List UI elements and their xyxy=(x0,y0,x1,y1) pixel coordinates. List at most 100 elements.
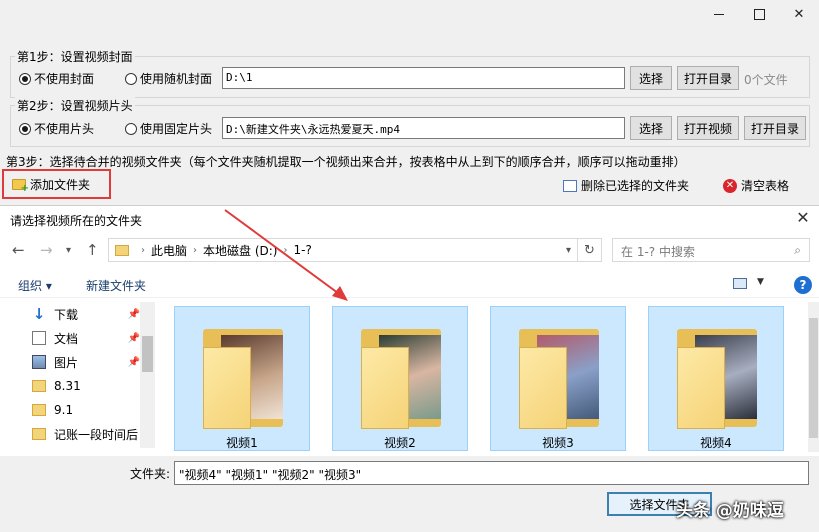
folder-label: 视频1 xyxy=(226,436,258,450)
folder-icon xyxy=(32,404,46,416)
dialog-title: 请选择视频所在的文件夹 xyxy=(10,214,143,228)
intro-open-dir-button[interactable]: 打开目录 xyxy=(744,116,806,140)
add-folder-button[interactable]: 添加文件夹 xyxy=(2,169,111,199)
filename-label: 文件夹: xyxy=(130,467,171,481)
navigation-bar: ← → ▾ ↑ › 此电脑 › 本地磁盘 (D:) › 1-? ▾ ↻ 在 1-… xyxy=(0,238,819,264)
folder-dialog: 请选择视频所在的文件夹 ✕ ← → ▾ ↑ › 此电脑 › 本地磁盘 (D:) … xyxy=(0,205,819,532)
step1-group: 第1步：设置视频封面 不使用封面 使用随机封面 D:\1 选择 打开目录 0个文… xyxy=(10,48,810,98)
step2-title: 第2步：设置视频片头 xyxy=(15,97,135,114)
new-folder-button[interactable]: 新建文件夹 xyxy=(86,277,146,294)
step3-instructions: 第3步：选择待合并的视频文件夹（每个文件夹随机提取一个视频出来合并，按表格中从上… xyxy=(6,155,686,169)
nav-item-documents[interactable]: 文档 📌 xyxy=(32,328,140,348)
intro-path-input[interactable]: D:\新建文件夹\永远热爱夏天.mp4 xyxy=(222,117,625,139)
nav-item-label: 下载 xyxy=(54,307,79,322)
close-window-button[interactable]: ✕ xyxy=(779,0,819,28)
step2-group: 第2步：设置视频片头 不使用片头 使用固定片头 D:\新建文件夹\永远热爱夏天.… xyxy=(10,97,810,147)
search-input[interactable]: 在 1-? 中搜索 ⌕ xyxy=(612,238,810,262)
navigation-pane: ↓ 下载 📌 文档 📌 图片 📌 8.31 9.1 记账一段时间后 xyxy=(0,302,155,448)
radio-dot xyxy=(125,72,137,85)
delete-selected-label: 删除已选择的文件夹 xyxy=(581,179,690,193)
back-arrow-icon[interactable]: ← xyxy=(12,241,25,259)
download-icon: ↓ xyxy=(32,305,46,323)
dialog-close-button[interactable]: ✕ xyxy=(793,208,813,228)
maximize-button[interactable] xyxy=(739,0,779,28)
pin-icon: 📌 xyxy=(127,308,140,320)
help-icon[interactable]: ? xyxy=(794,276,812,294)
step1-title: 第1步：设置视频封面 xyxy=(15,48,135,65)
pin-icon: 📌 xyxy=(127,332,140,344)
cover-open-dir-button[interactable]: 打开目录 xyxy=(677,66,739,90)
forward-arrow-icon[interactable]: → xyxy=(40,241,53,259)
folder-tile-1[interactable]: 视频1 xyxy=(174,306,310,451)
breadcrumb-this-pc[interactable]: 此电脑 xyxy=(151,242,187,259)
folder-label: 视频3 xyxy=(542,436,574,450)
nav-scrollbar[interactable] xyxy=(140,302,155,448)
folder-icon xyxy=(32,380,46,392)
folder-tile-4[interactable]: 视频4 xyxy=(648,306,784,451)
breadcrumb-current[interactable]: 1-? xyxy=(293,243,311,257)
folder-tile-2[interactable]: 视频2 xyxy=(332,306,468,451)
nav-item-label: 记账一段时间后 xyxy=(54,427,139,442)
nav-item-downloads[interactable]: ↓ 下载 📌 xyxy=(32,304,140,324)
folder-tile-3[interactable]: 视频3 xyxy=(490,306,626,451)
main-window: ✕ 第1步：设置视频封面 不使用封面 使用随机封面 D:\1 选择 打开目录 0… xyxy=(0,0,819,205)
radio-no-intro[interactable]: 不使用片头 xyxy=(19,120,94,137)
nav-item-label: 8.31 xyxy=(54,379,81,393)
intro-open-video-button[interactable]: 打开视频 xyxy=(677,116,739,140)
view-options-icon[interactable] xyxy=(733,278,747,289)
add-folder-label: 添加文件夹 xyxy=(30,177,91,192)
add-folder-icon xyxy=(12,178,29,194)
scrollbar-thumb[interactable] xyxy=(809,318,818,438)
clear-icon: ✕ xyxy=(723,178,737,193)
command-bar: 组织 ▾ 新建文件夹 ▼ ? xyxy=(0,272,819,298)
nav-item-label: 9.1 xyxy=(54,403,74,417)
clear-table-label: 清空表格 xyxy=(741,179,790,193)
scrollbar-thumb[interactable] xyxy=(142,336,153,372)
pictures-icon xyxy=(32,355,46,369)
refresh-button[interactable]: ↻ xyxy=(578,238,602,262)
folder-label: 视频2 xyxy=(384,436,416,450)
window-controls: ✕ xyxy=(699,0,819,28)
radio-dot-selected xyxy=(19,72,31,85)
dialog-footer: 文件夹: "视频4" "视频1" "视频2" "视频3" 选择文件夹 头条 @奶… xyxy=(0,456,819,532)
file-list: 视频1 视频2 视频3 视频4 xyxy=(165,302,805,452)
radio-fixed-intro[interactable]: 使用固定片头 xyxy=(125,120,212,137)
cover-file-count: 0个文件 xyxy=(744,73,788,87)
view-dropdown-icon[interactable]: ▼ xyxy=(757,277,764,287)
delete-selected-button[interactable]: 删除已选择的文件夹 xyxy=(563,177,689,194)
nav-item-label: 图片 xyxy=(54,355,79,370)
intro-select-button[interactable]: 选择 xyxy=(630,116,672,140)
filename-input[interactable]: "视频4" "视频1" "视频2" "视频3" xyxy=(174,461,809,485)
up-arrow-icon[interactable]: ↑ xyxy=(86,241,99,259)
file-list-scrollbar[interactable] xyxy=(808,302,819,452)
nav-item-folder[interactable]: 8.31 xyxy=(32,376,140,396)
folder-label: 视频4 xyxy=(700,436,732,450)
minimize-button[interactable] xyxy=(699,0,739,28)
organize-menu[interactable]: 组织 ▾ xyxy=(18,277,52,294)
radio-dot xyxy=(125,122,137,135)
radio-random-cover[interactable]: 使用随机封面 xyxy=(125,70,212,87)
radio-dot-selected xyxy=(19,122,31,135)
recent-locations-icon[interactable]: ▾ xyxy=(66,245,71,256)
radio-fixed-intro-label: 使用固定片头 xyxy=(140,122,213,136)
radio-no-cover[interactable]: 不使用封面 xyxy=(19,70,94,87)
clear-table-button[interactable]: ✕ 清空表格 xyxy=(723,177,789,194)
radio-random-cover-label: 使用随机封面 xyxy=(140,72,213,86)
nav-item-folder[interactable]: 9.1 xyxy=(32,400,140,420)
search-icon: ⌕ xyxy=(794,243,801,257)
nav-item-pictures[interactable]: 图片 📌 xyxy=(32,352,140,372)
delete-icon xyxy=(563,179,577,192)
radio-no-cover-label: 不使用封面 xyxy=(34,72,95,86)
breadcrumb-local-disk[interactable]: 本地磁盘 (D:) xyxy=(203,242,277,259)
nav-item-label: 文档 xyxy=(54,331,79,346)
folder-icon xyxy=(32,428,46,440)
nav-item-folder[interactable]: 记账一段时间后 xyxy=(32,424,140,444)
radio-no-intro-label: 不使用片头 xyxy=(34,122,95,136)
watermark: 头条 @奶味逗 xyxy=(676,501,784,521)
address-dropdown-icon[interactable]: ▾ xyxy=(560,245,577,256)
cover-select-button[interactable]: 选择 xyxy=(630,66,672,90)
document-icon xyxy=(32,331,46,345)
cover-path-input[interactable]: D:\1 xyxy=(222,67,625,89)
address-bar[interactable]: › 此电脑 › 本地磁盘 (D:) › 1-? ▾ xyxy=(108,238,578,262)
search-placeholder: 在 1-? 中搜索 xyxy=(621,245,695,259)
